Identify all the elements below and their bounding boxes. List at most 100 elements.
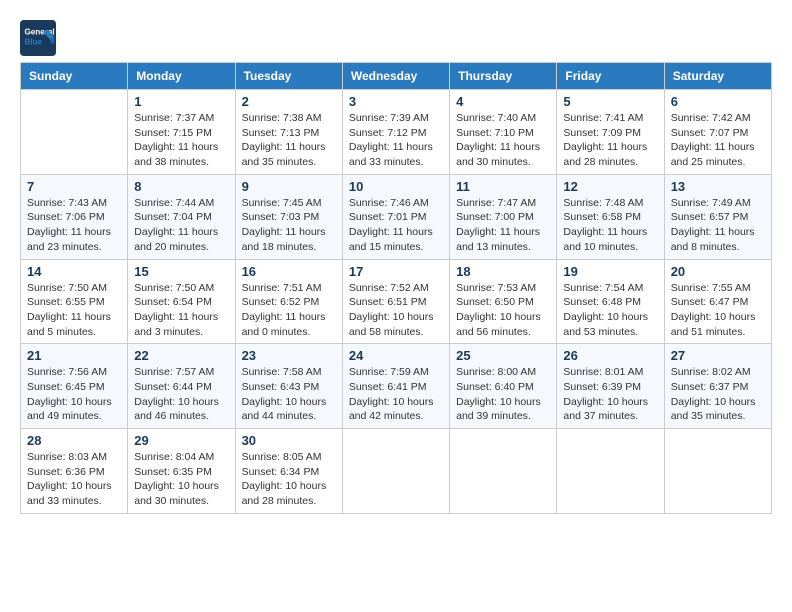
day-info: Sunrise: 7:49 AM Sunset: 6:57 PM Dayligh… <box>671 196 765 255</box>
day-number: 17 <box>349 264 443 279</box>
day-info: Sunrise: 7:59 AM Sunset: 6:41 PM Dayligh… <box>349 365 443 424</box>
calendar-cell: 4 Sunrise: 7:40 AM Sunset: 7:10 PM Daylig… <box>450 90 557 175</box>
day-info: Sunrise: 8:02 AM Sunset: 6:37 PM Dayligh… <box>671 365 765 424</box>
day-info: Sunrise: 7:45 AM Sunset: 7:03 PM Dayligh… <box>242 196 336 255</box>
day-number: 25 <box>456 348 550 363</box>
calendar-week-row: 7 Sunrise: 7:43 AM Sunset: 7:06 PM Daylig… <box>21 174 772 259</box>
calendar-week-row: 21 Sunrise: 7:56 AM Sunset: 6:45 PM Dayli… <box>21 344 772 429</box>
day-info: Sunrise: 8:01 AM Sunset: 6:39 PM Dayligh… <box>563 365 657 424</box>
calendar-cell: 18 Sunrise: 7:53 AM Sunset: 6:50 PM Dayli… <box>450 259 557 344</box>
calendar-cell: 26 Sunrise: 8:01 AM Sunset: 6:39 PM Dayli… <box>557 344 664 429</box>
day-number: 16 <box>242 264 336 279</box>
day-number: 27 <box>671 348 765 363</box>
day-number: 21 <box>27 348 121 363</box>
day-number: 7 <box>27 179 121 194</box>
calendar-cell <box>450 429 557 514</box>
calendar-cell: 10 Sunrise: 7:46 AM Sunset: 7:01 PM Dayli… <box>342 174 449 259</box>
logo: General Blue <box>20 20 60 56</box>
calendar-cell <box>342 429 449 514</box>
day-number: 30 <box>242 433 336 448</box>
day-info: Sunrise: 7:47 AM Sunset: 7:00 PM Dayligh… <box>456 196 550 255</box>
calendar-cell: 3 Sunrise: 7:39 AM Sunset: 7:12 PM Daylig… <box>342 90 449 175</box>
day-number: 3 <box>349 94 443 109</box>
day-info: Sunrise: 7:40 AM Sunset: 7:10 PM Dayligh… <box>456 111 550 170</box>
day-number: 15 <box>134 264 228 279</box>
calendar-week-row: 1 Sunrise: 7:37 AM Sunset: 7:15 PM Daylig… <box>21 90 772 175</box>
day-info: Sunrise: 7:39 AM Sunset: 7:12 PM Dayligh… <box>349 111 443 170</box>
day-number: 10 <box>349 179 443 194</box>
calendar-cell: 27 Sunrise: 8:02 AM Sunset: 6:37 PM Dayli… <box>664 344 771 429</box>
day-info: Sunrise: 7:52 AM Sunset: 6:51 PM Dayligh… <box>349 281 443 340</box>
page-header: General Blue <box>20 20 772 56</box>
day-number: 5 <box>563 94 657 109</box>
calendar-cell: 9Sunrise: 7:45 AM Sunset: 7:03 PM Daylig… <box>235 174 342 259</box>
calendar-week-row: 28Sunrise: 8:03 AM Sunset: 6:36 PM Dayli… <box>21 429 772 514</box>
calendar-cell <box>664 429 771 514</box>
day-info: Sunrise: 8:03 AM Sunset: 6:36 PM Dayligh… <box>27 450 121 509</box>
day-number: 20 <box>671 264 765 279</box>
calendar-cell: 8 Sunrise: 7:44 AM Sunset: 7:04 PM Daylig… <box>128 174 235 259</box>
day-number: 4 <box>456 94 550 109</box>
calendar-header-thursday: Thursday <box>450 63 557 90</box>
day-info: Sunrise: 7:50 AM Sunset: 6:54 PM Dayligh… <box>134 281 228 340</box>
day-info: Sunrise: 7:41 AM Sunset: 7:09 PM Dayligh… <box>563 111 657 170</box>
day-info: Sunrise: 7:44 AM Sunset: 7:04 PM Dayligh… <box>134 196 228 255</box>
day-info: Sunrise: 7:37 AM Sunset: 7:15 PM Dayligh… <box>134 111 228 170</box>
day-info: Sunrise: 8:04 AM Sunset: 6:35 PM Dayligh… <box>134 450 228 509</box>
calendar-cell: 7 Sunrise: 7:43 AM Sunset: 7:06 PM Daylig… <box>21 174 128 259</box>
calendar-cell: 22 Sunrise: 7:57 AM Sunset: 6:44 PM Dayli… <box>128 344 235 429</box>
day-number: 23 <box>242 348 336 363</box>
calendar-cell: 29 Sunrise: 8:04 AM Sunset: 6:35 PM Dayli… <box>128 429 235 514</box>
day-info: Sunrise: 8:00 AM Sunset: 6:40 PM Dayligh… <box>456 365 550 424</box>
day-number: 11 <box>456 179 550 194</box>
calendar-week-row: 14 Sunrise: 7:50 AM Sunset: 6:55 PM Dayli… <box>21 259 772 344</box>
day-info: Sunrise: 7:57 AM Sunset: 6:44 PM Dayligh… <box>134 365 228 424</box>
calendar-header-wednesday: Wednesday <box>342 63 449 90</box>
calendar-cell <box>557 429 664 514</box>
day-number: 6 <box>671 94 765 109</box>
day-info: Sunrise: 7:48 AM Sunset: 6:58 PM Dayligh… <box>563 196 657 255</box>
calendar-header-row: SundayMondayTuesdayWednesdayThursdayFrid… <box>21 63 772 90</box>
calendar-cell: 24 Sunrise: 7:59 AM Sunset: 6:41 PM Dayli… <box>342 344 449 429</box>
calendar-cell: 28Sunrise: 8:03 AM Sunset: 6:36 PM Dayli… <box>21 429 128 514</box>
calendar-header-friday: Friday <box>557 63 664 90</box>
calendar-cell: 12 Sunrise: 7:48 AM Sunset: 6:58 PM Dayli… <box>557 174 664 259</box>
day-info: Sunrise: 7:38 AM Sunset: 7:13 PM Dayligh… <box>242 111 336 170</box>
day-number: 13 <box>671 179 765 194</box>
calendar-cell: 1 Sunrise: 7:37 AM Sunset: 7:15 PM Daylig… <box>128 90 235 175</box>
day-info: Sunrise: 7:50 AM Sunset: 6:55 PM Dayligh… <box>27 281 121 340</box>
day-number: 8 <box>134 179 228 194</box>
day-number: 1 <box>134 94 228 109</box>
calendar-cell: 19Sunrise: 7:54 AM Sunset: 6:48 PM Dayli… <box>557 259 664 344</box>
calendar-cell: 5 Sunrise: 7:41 AM Sunset: 7:09 PM Daylig… <box>557 90 664 175</box>
day-info: Sunrise: 7:42 AM Sunset: 7:07 PM Dayligh… <box>671 111 765 170</box>
day-number: 26 <box>563 348 657 363</box>
day-number: 24 <box>349 348 443 363</box>
calendar-cell: 17 Sunrise: 7:52 AM Sunset: 6:51 PM Dayli… <box>342 259 449 344</box>
calendar-cell <box>21 90 128 175</box>
day-number: 14 <box>27 264 121 279</box>
calendar-cell: 16Sunrise: 7:51 AM Sunset: 6:52 PM Dayli… <box>235 259 342 344</box>
calendar-header-tuesday: Tuesday <box>235 63 342 90</box>
calendar-cell: 20Sunrise: 7:55 AM Sunset: 6:47 PM Dayli… <box>664 259 771 344</box>
logo-icon: General Blue <box>20 20 56 56</box>
calendar-cell: 30Sunrise: 8:05 AM Sunset: 6:34 PM Dayli… <box>235 429 342 514</box>
day-number: 2 <box>242 94 336 109</box>
calendar-cell: 14 Sunrise: 7:50 AM Sunset: 6:55 PM Dayli… <box>21 259 128 344</box>
calendar-cell: 11 Sunrise: 7:47 AM Sunset: 7:00 PM Dayli… <box>450 174 557 259</box>
day-number: 22 <box>134 348 228 363</box>
day-info: Sunrise: 7:53 AM Sunset: 6:50 PM Dayligh… <box>456 281 550 340</box>
day-number: 19 <box>563 264 657 279</box>
day-info: Sunrise: 7:56 AM Sunset: 6:45 PM Dayligh… <box>27 365 121 424</box>
day-number: 12 <box>563 179 657 194</box>
day-number: 29 <box>134 433 228 448</box>
day-info: Sunrise: 7:43 AM Sunset: 7:06 PM Dayligh… <box>27 196 121 255</box>
calendar-cell: 25 Sunrise: 8:00 AM Sunset: 6:40 PM Dayli… <box>450 344 557 429</box>
day-info: Sunrise: 7:46 AM Sunset: 7:01 PM Dayligh… <box>349 196 443 255</box>
calendar-cell: 21 Sunrise: 7:56 AM Sunset: 6:45 PM Dayli… <box>21 344 128 429</box>
calendar-cell: 15 Sunrise: 7:50 AM Sunset: 6:54 PM Dayli… <box>128 259 235 344</box>
day-number: 18 <box>456 264 550 279</box>
calendar-header-sunday: Sunday <box>21 63 128 90</box>
calendar-cell: 23Sunrise: 7:58 AM Sunset: 6:43 PM Dayli… <box>235 344 342 429</box>
calendar-header-monday: Monday <box>128 63 235 90</box>
